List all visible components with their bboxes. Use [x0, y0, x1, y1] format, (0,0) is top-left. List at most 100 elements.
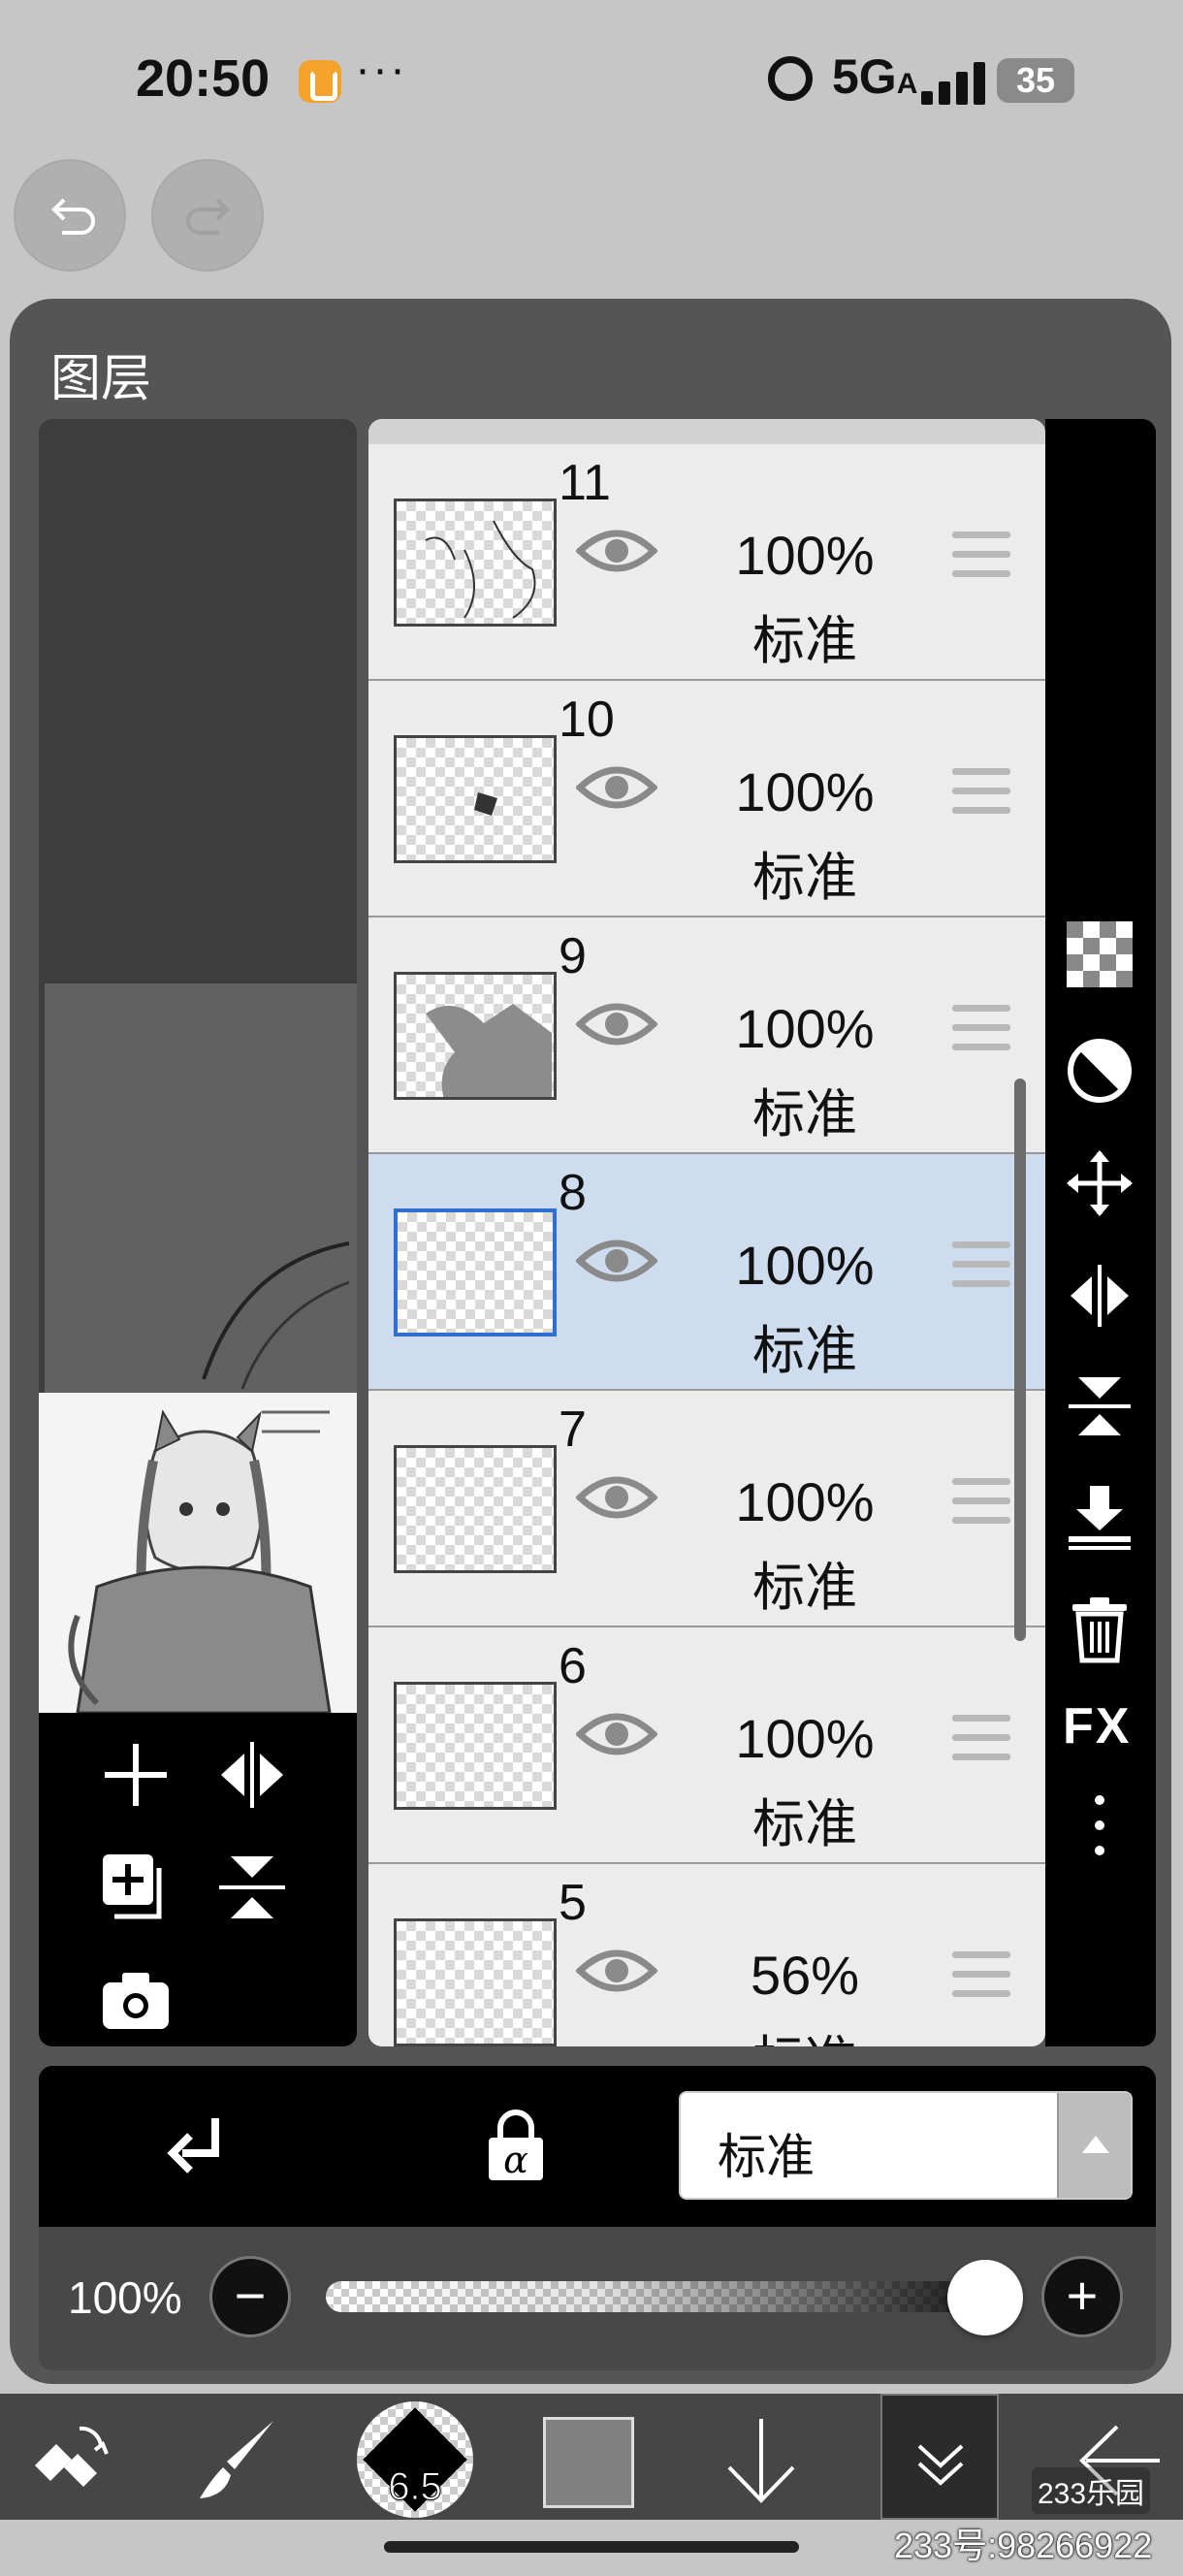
layer-row[interactable]: 9 100% 标准	[368, 918, 1045, 1154]
layer-row[interactable]: 10 100% 标准	[368, 681, 1045, 918]
panel-title: 图层	[50, 351, 152, 407]
eye-icon[interactable]	[576, 997, 657, 1051]
layer-row[interactable]: 11 100% 标准	[368, 444, 1045, 681]
eye-icon[interactable]	[576, 1707, 657, 1761]
eye-icon[interactable]	[576, 1944, 657, 1998]
more-notifications-icon: ···	[355, 44, 407, 95]
preview-tools	[39, 1713, 357, 2046]
eraser-swap-icon[interactable]	[16, 2407, 122, 2514]
flip-horizontal-icon[interactable]	[213, 1736, 291, 1814]
flip-vertical-tool-icon[interactable]	[1065, 1371, 1135, 1441]
layer-blend-mode: 标准	[752, 1795, 857, 1853]
drag-handle-icon[interactable]	[952, 768, 1010, 817]
layer-number: 8	[559, 1165, 587, 1221]
layer-list-scrollbar[interactable]	[1014, 1079, 1026, 1641]
opacity-slider[interactable]	[326, 2281, 1005, 2312]
home-indicator[interactable]	[384, 2541, 799, 2553]
drag-handle-icon[interactable]	[952, 1478, 1010, 1527]
drag-handle-icon[interactable]	[952, 1241, 1010, 1290]
layer-number: 6	[559, 1638, 587, 1694]
move-icon[interactable]	[1065, 1148, 1135, 1218]
opacity-value: 100%	[68, 2272, 182, 2323]
flip-vertical-icon[interactable]	[213, 1849, 291, 1926]
drag-handle-icon[interactable]	[952, 531, 1010, 580]
delete-layer-icon[interactable]	[1065, 1594, 1135, 1664]
layer-blend-mode: 标准	[752, 612, 857, 670]
opacity-bar: 100% − +	[39, 2227, 1156, 2370]
alpha-lock-icon[interactable]: α	[477, 2109, 555, 2186]
notification-app-icon	[299, 60, 341, 103]
redo-button[interactable]	[151, 159, 264, 272]
layer-thumbnail[interactable]	[394, 972, 557, 1100]
invert-icon[interactable]	[1065, 1036, 1135, 1106]
opacity-increase-button[interactable]: +	[1041, 2256, 1123, 2337]
layer-thumbnail[interactable]	[394, 1208, 557, 1336]
preview-sketch	[202, 1241, 350, 1390]
layer-row[interactable]: 6 100% 标准	[368, 1627, 1045, 1864]
arrow-down-icon[interactable]	[708, 2407, 815, 2514]
eye-icon[interactable]	[576, 760, 657, 815]
status-bar: 20:50 ··· 5GA 35	[0, 39, 1183, 126]
blend-mode-select[interactable]: 标准	[679, 2091, 1133, 2200]
drag-handle-icon[interactable]	[952, 1715, 1010, 1763]
layer-thumbnail[interactable]	[394, 1445, 557, 1573]
layer-number: 11	[559, 455, 611, 511]
layer-thumbnail[interactable]	[394, 735, 557, 863]
color-swatch[interactable]	[543, 2417, 634, 2508]
add-layer-icon[interactable]	[97, 1736, 175, 1814]
artwork-thumbnail[interactable]	[39, 1393, 357, 1713]
layer-thumbnail[interactable]	[394, 499, 557, 627]
duplicate-layer-icon[interactable]	[97, 1849, 175, 1926]
blend-bar: α 标准	[39, 2066, 1156, 2227]
transparency-lock-icon[interactable]	[1065, 919, 1135, 989]
blend-mode-value: 标准	[718, 2130, 815, 2184]
layer-thumbnail[interactable]	[394, 1682, 557, 1810]
layer-panel-toggle[interactable]	[880, 2394, 999, 2520]
layer-panel: 图层 11 100% 标准 10 100% 标准 9 100% 标准 8 100…	[10, 299, 1171, 2384]
layer-number: 5	[559, 1875, 587, 1931]
layer-row[interactable]: 8 100% 标准	[368, 1154, 1045, 1391]
signal-icon	[921, 58, 999, 105]
layer-opacity: 100%	[735, 525, 875, 586]
layer-opacity: 56%	[750, 1945, 860, 2006]
camera-icon[interactable]	[97, 1961, 175, 2039]
eye-icon[interactable]	[576, 1234, 657, 1288]
redo-icon	[186, 198, 230, 235]
layer-number: 9	[559, 928, 587, 984]
layer-thumbnail[interactable]	[394, 1918, 557, 2046]
undo-icon	[51, 198, 95, 235]
opacity-slider-thumb[interactable]	[947, 2260, 1023, 2335]
status-time: 20:50	[136, 49, 271, 108]
brush-icon[interactable]	[184, 2407, 291, 2514]
flip-horizontal-tool-icon[interactable]	[1065, 1261, 1135, 1331]
undo-button[interactable]	[14, 159, 126, 272]
layer-opacity: 100%	[735, 1708, 875, 1769]
layer-row[interactable]: 7 100% 标准	[368, 1391, 1045, 1627]
layer-number: 10	[559, 692, 615, 748]
watermark-logo: 233乐园	[1032, 2467, 1151, 2514]
layer-row[interactable]: 5 56% 标准	[368, 1864, 1045, 2046]
eye-icon[interactable]	[576, 1470, 657, 1525]
layer-opacity: 100%	[735, 1235, 875, 1296]
network-type: 5GA	[832, 48, 917, 105]
layer-number: 7	[559, 1401, 587, 1458]
more-options-icon[interactable]	[1065, 1790, 1135, 1860]
layer-effects-button[interactable]: FX	[1063, 1697, 1131, 1755]
drag-handle-icon[interactable]	[952, 1005, 1010, 1053]
canvas-preview	[39, 419, 357, 2046]
layer-blend-mode: 标准	[752, 1322, 857, 1380]
layer-list[interactable]: 11 100% 标准 10 100% 标准 9 100% 标准 8 100% 标准 7 100% 标准 6 10…	[368, 419, 1045, 2046]
battery-icon: 35	[997, 58, 1074, 103]
chevron-up-icon[interactable]	[1057, 2093, 1131, 2198]
layer-blend-mode: 标准	[752, 1559, 857, 1617]
clipping-icon[interactable]	[161, 2109, 239, 2186]
network-label: 5G	[832, 49, 897, 104]
opacity-decrease-button[interactable]: −	[209, 2256, 291, 2337]
watermark-id: 233号:98266922	[894, 2526, 1153, 2565]
layer-opacity: 100%	[735, 998, 875, 1059]
merge-down-icon[interactable]	[1065, 1482, 1135, 1552]
drag-handle-icon[interactable]	[952, 1951, 1010, 2000]
eye-icon[interactable]	[576, 524, 657, 578]
brush-size-button[interactable]: 6.5	[357, 2401, 473, 2518]
chevron-double-down-icon	[917, 2444, 964, 2486]
